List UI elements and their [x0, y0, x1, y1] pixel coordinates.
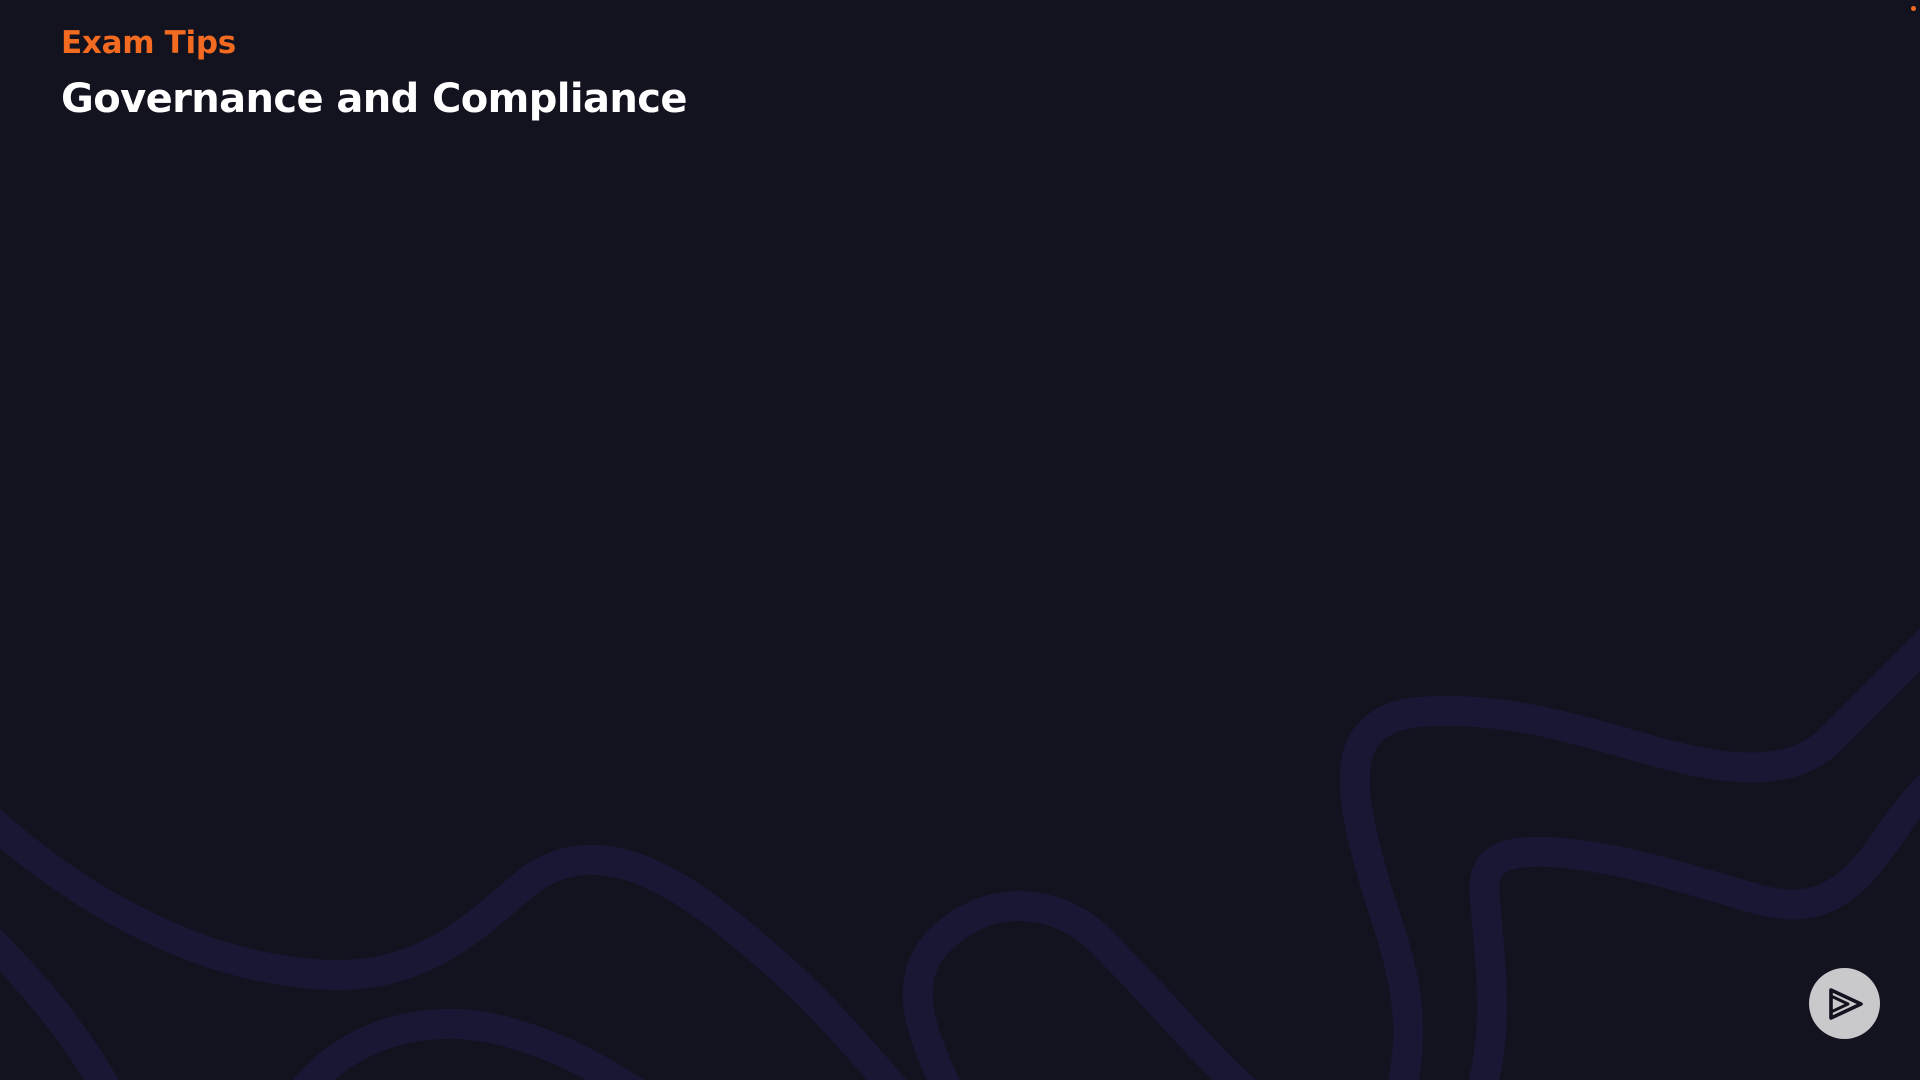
dot-icon: [1911, 6, 1916, 11]
wave-line: [0, 928, 119, 1080]
wave-line: [292, 1008, 645, 1080]
slide-header: Exam Tips Governance and Compliance: [61, 22, 687, 126]
slide-title: Governance and Compliance: [61, 76, 687, 122]
wave-line: [902, 891, 1256, 1080]
wave-line: [0, 808, 907, 1080]
section-label: Exam Tips: [61, 25, 236, 61]
play-logo-glyph: [1828, 987, 1863, 1020]
play-logo-icon[interactable]: [1809, 968, 1880, 1039]
background-waves-decoration: [0, 628, 1920, 1080]
slide: Exam Tips Governance and Compliance: [0, 0, 1920, 1080]
